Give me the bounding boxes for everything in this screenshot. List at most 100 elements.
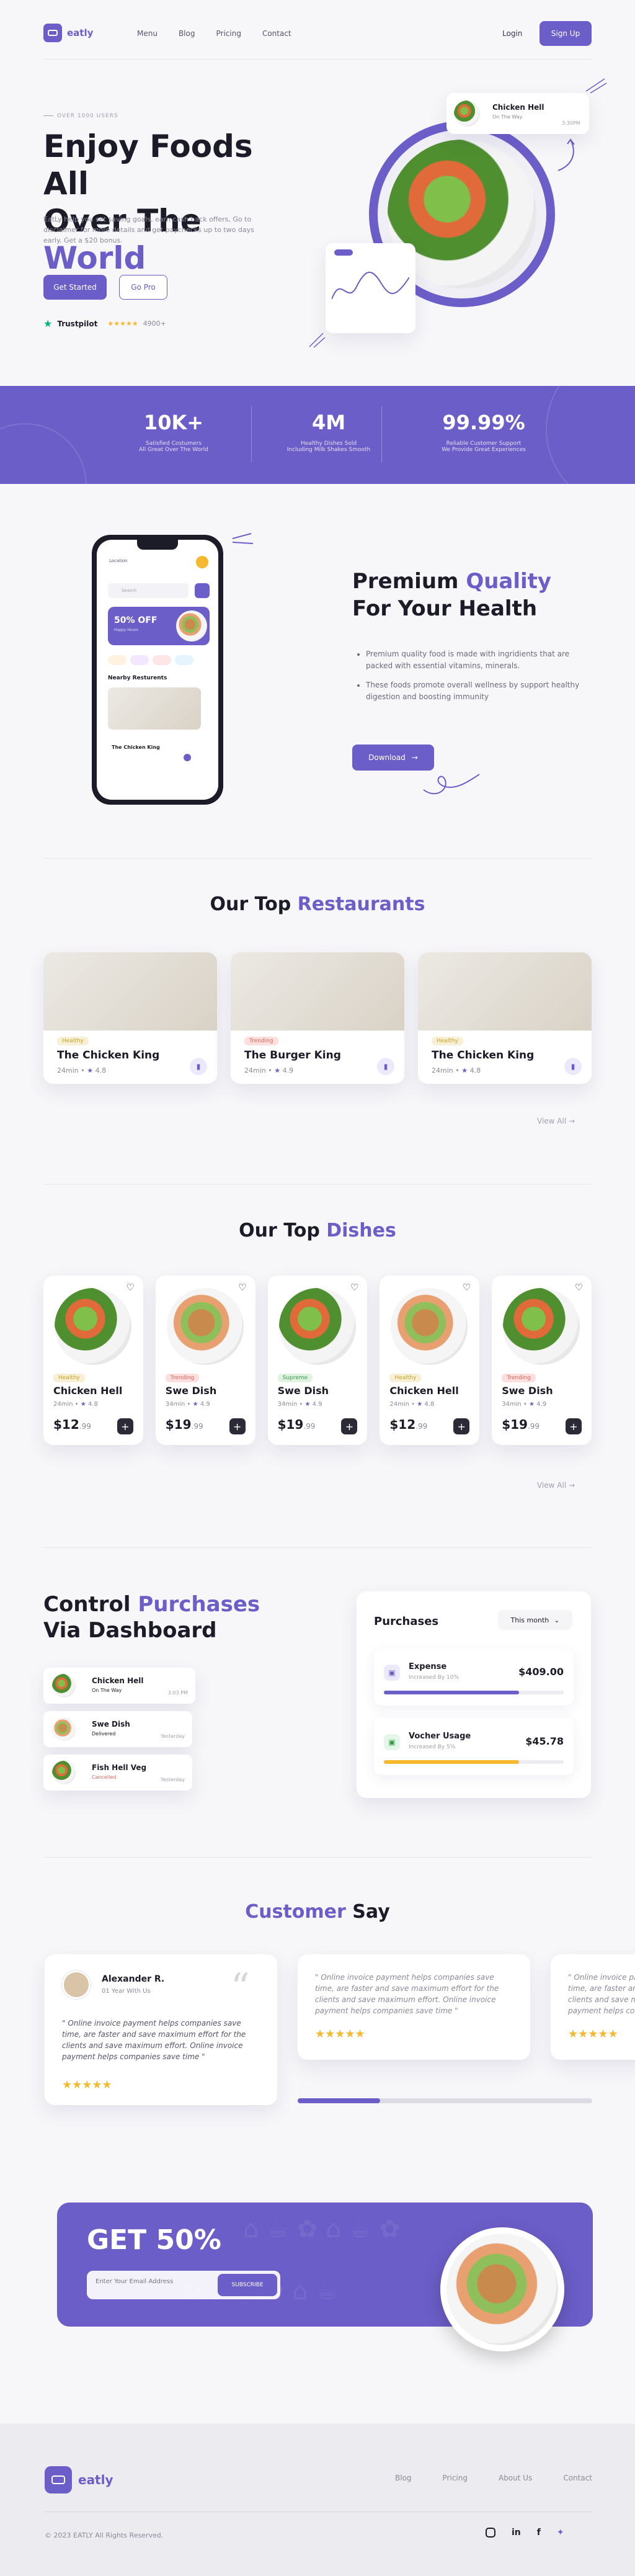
dish-name: Swe Dish: [165, 1385, 217, 1397]
quote-icon: “: [231, 1966, 250, 2009]
nav-pricing[interactable]: Pricing: [216, 29, 241, 38]
heart-icon[interactable]: ♡: [126, 1282, 134, 1293]
dish-card[interactable]: ♡ Trending Swe Dish 34min • ★ 4.9 $19.99…: [492, 1276, 592, 1445]
dish-card[interactable]: ♡ Supreme Swe Dish 34min • ★ 4.9 $19.99 …: [267, 1276, 368, 1445]
dish-image: [391, 1288, 468, 1365]
heart-icon[interactable]: ♡: [575, 1282, 583, 1293]
hero-description: EatLy help you set saving goals, earn ca…: [43, 215, 254, 244]
email-input[interactable]: [95, 2278, 207, 2285]
hero-line-chart: [332, 271, 409, 300]
dish-tag: Healthy: [53, 1374, 85, 1382]
promo-food-image: [446, 2234, 558, 2345]
footer-nav: Blog Pricing About Us Contact: [395, 2474, 592, 2482]
purchases-panel: Purchases This month ⌄ ▣ Expense Increase…: [357, 1591, 591, 1798]
twitter-icon[interactable]: ✦: [557, 2528, 564, 2538]
restaurant-card[interactable]: Trending The Burger King 24min • ★ 4.9 ▮: [231, 952, 404, 1084]
purchase-row: ▣ Vocher Usage Increased By 5% $45.78: [374, 1718, 574, 1775]
arrow-right-icon: →: [411, 753, 418, 762]
dish-card[interactable]: ♡ Trending Swe Dish 34min • ★ 4.9 $19.99…: [155, 1276, 255, 1445]
hero-chart-card: [326, 243, 415, 333]
heart-icon[interactable]: ♡: [463, 1282, 471, 1293]
add-to-cart-button[interactable]: +: [453, 1418, 470, 1434]
order-status: On The Way: [92, 1688, 122, 1693]
add-to-cart-button[interactable]: +: [341, 1418, 358, 1434]
footer: [0, 2423, 635, 2576]
nav-menu[interactable]: Menu: [137, 29, 158, 38]
dishes-view-all[interactable]: View All →: [537, 1481, 575, 1490]
bookmark-icon[interactable]: ▮: [564, 1058, 582, 1075]
dish-meta: 34min • ★ 4.9: [165, 1401, 210, 1408]
bookmark-icon[interactable]: ▮: [377, 1058, 394, 1075]
testimonial-scrollbar[interactable]: [298, 2098, 592, 2103]
nav-blog[interactable]: Blog: [179, 29, 195, 38]
dish-image: [55, 1288, 131, 1365]
footer-link-blog[interactable]: Blog: [395, 2474, 412, 2482]
order-time: Yesterday: [161, 1777, 185, 1782]
restaurant-card[interactable]: Healthy The Chicken King 24min • ★ 4.8 ▮: [418, 952, 592, 1084]
stats-row: 10K+ Satisfied Costumers All Great Over …: [118, 411, 540, 453]
order-name: Fish Hell Veg: [92, 1763, 147, 1772]
footer-link-about[interactable]: About Us: [499, 2474, 532, 2482]
restaurants-list: Healthy The Chicken King 24min • ★ 4.8 ▮…: [43, 952, 592, 1084]
nav-contact[interactable]: Contact: [262, 29, 291, 38]
testimonials-title: Customer Say: [245, 1901, 390, 1923]
restaurant-image: [418, 952, 592, 1031]
dish-tag: Healthy: [389, 1374, 422, 1382]
footer-link-pricing[interactable]: Pricing: [443, 2474, 468, 2482]
dishes-list: ♡ Healthy Chicken Hell 24min • ★ 4.8 $12…: [43, 1276, 592, 1445]
decorative-arrow-icon: [557, 138, 575, 171]
subscribe-button[interactable]: SUBSCRIBE: [218, 2274, 277, 2296]
avatar: [62, 1970, 91, 1999]
dish-card[interactable]: ♡ Healthy Chicken Hell 24min • ★ 4.8 $12…: [380, 1276, 480, 1445]
arrow-right-icon: →: [569, 1481, 575, 1490]
linkedin-icon[interactable]: in: [512, 2528, 521, 2538]
restaurant-image: [43, 952, 217, 1031]
restaurant-meta: 24min • ★ 4.8: [57, 1067, 107, 1075]
heart-icon[interactable]: ♡: [238, 1282, 246, 1293]
period-select[interactable]: This month ⌄: [498, 1610, 572, 1630]
order-item[interactable]: Chicken Hell On The Way 3:03 PM: [43, 1668, 195, 1704]
get-started-button[interactable]: Get Started: [43, 275, 107, 300]
order-list: Chicken Hell On The Way 3:03 PM Swe Dish…: [43, 1668, 195, 1798]
login-link[interactable]: Login: [502, 29, 522, 38]
testimonial-scrollbar-thumb[interactable]: [298, 2098, 380, 2103]
restaurant-meta: 24min • ★ 4.8: [432, 1067, 481, 1075]
restaurant-meta: 24min • ★ 4.9: [244, 1067, 294, 1075]
dish-image: [278, 1288, 356, 1365]
order-item[interactable]: Swe Dish Delivered Yesterday: [43, 1711, 192, 1747]
trustpilot: ★ Trustpilot ★★★★★ 4900+: [43, 318, 166, 329]
order-item[interactable]: Fish Hell Veg Cancelled Yesterday: [43, 1755, 192, 1791]
restaurants-view-all[interactable]: View All →: [537, 1117, 575, 1125]
phone-search: Search: [108, 583, 189, 598]
restaurant-image: [231, 952, 404, 1031]
facebook-icon[interactable]: f: [537, 2528, 541, 2538]
arrow-right-icon: →: [569, 1117, 575, 1125]
phone-promo: 50% OFF Happy Hours: [108, 607, 210, 645]
signup-button[interactable]: Sign Up: [540, 21, 592, 46]
go-pro-button[interactable]: Go Pro: [119, 275, 167, 300]
add-to-cart-button[interactable]: +: [117, 1418, 133, 1434]
control-title: Control Purchases Via Dashboard: [43, 1592, 260, 1643]
promo-title: GET 50%: [87, 2224, 221, 2256]
heart-icon[interactable]: ♡: [350, 1282, 358, 1293]
instagram-icon[interactable]: [486, 2528, 495, 2538]
restaurant-card[interactable]: Healthy The Chicken King 24min • ★ 4.8 ▮: [43, 952, 217, 1084]
footer-link-contact[interactable]: Contact: [563, 2474, 592, 2482]
dish-card[interactable]: ♡ Healthy Chicken Hell 24min • ★ 4.8 $12…: [43, 1276, 143, 1445]
hero-order-card: Chicken Hell On The Way 3:30PM: [446, 93, 589, 134]
footer-logo[interactable]: eatly: [45, 2466, 113, 2493]
dish-image: [166, 1288, 244, 1365]
stat-support: 99.99% Reliable Customer Support We Prov…: [442, 411, 526, 453]
order-time: Yesterday: [161, 1733, 185, 1739]
order-name: Chicken Hell: [92, 1676, 144, 1685]
logo[interactable]: eatly: [43, 24, 93, 42]
premium-bullets: Premium quality food is made with ingrid…: [366, 648, 589, 703]
progress-track: [384, 1760, 564, 1764]
dish-meta: 34min • ★ 4.9: [502, 1401, 547, 1408]
add-to-cart-button[interactable]: +: [229, 1418, 246, 1434]
bookmark-icon[interactable]: ▮: [190, 1058, 207, 1075]
star-icon: ★: [192, 1401, 198, 1408]
stat-dishes: 4M Healthy Dishes Sold Including Milk Sh…: [286, 411, 371, 453]
add-to-cart-button[interactable]: +: [565, 1418, 582, 1434]
dish-name: Swe Dish: [502, 1385, 553, 1397]
